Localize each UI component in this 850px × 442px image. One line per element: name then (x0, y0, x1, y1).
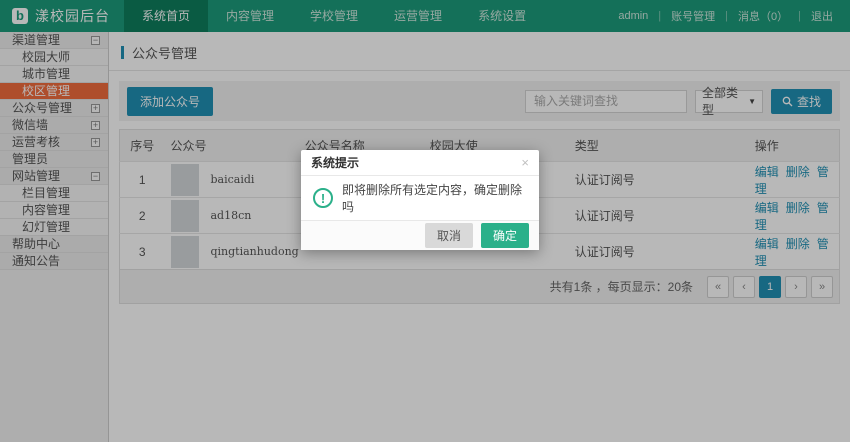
cancel-button[interactable]: 取消 (425, 223, 473, 248)
confirm-button[interactable]: 确定 (481, 223, 529, 248)
dialog-title: 系统提示 (311, 154, 521, 171)
dialog-footer: 取消 确定 (301, 220, 539, 250)
confirm-dialog: 系统提示 × ! 即将删除所有选定内容，确定删除吗 取消 确定 (301, 150, 539, 250)
warning-icon: ! (313, 188, 333, 208)
dialog-message: 即将删除所有选定内容，确定删除吗 (342, 181, 527, 215)
dialog-body: ! 即将删除所有选定内容，确定删除吗 (301, 176, 539, 220)
dialog-header: 系统提示 × (301, 150, 539, 176)
close-icon[interactable]: × (521, 156, 529, 169)
